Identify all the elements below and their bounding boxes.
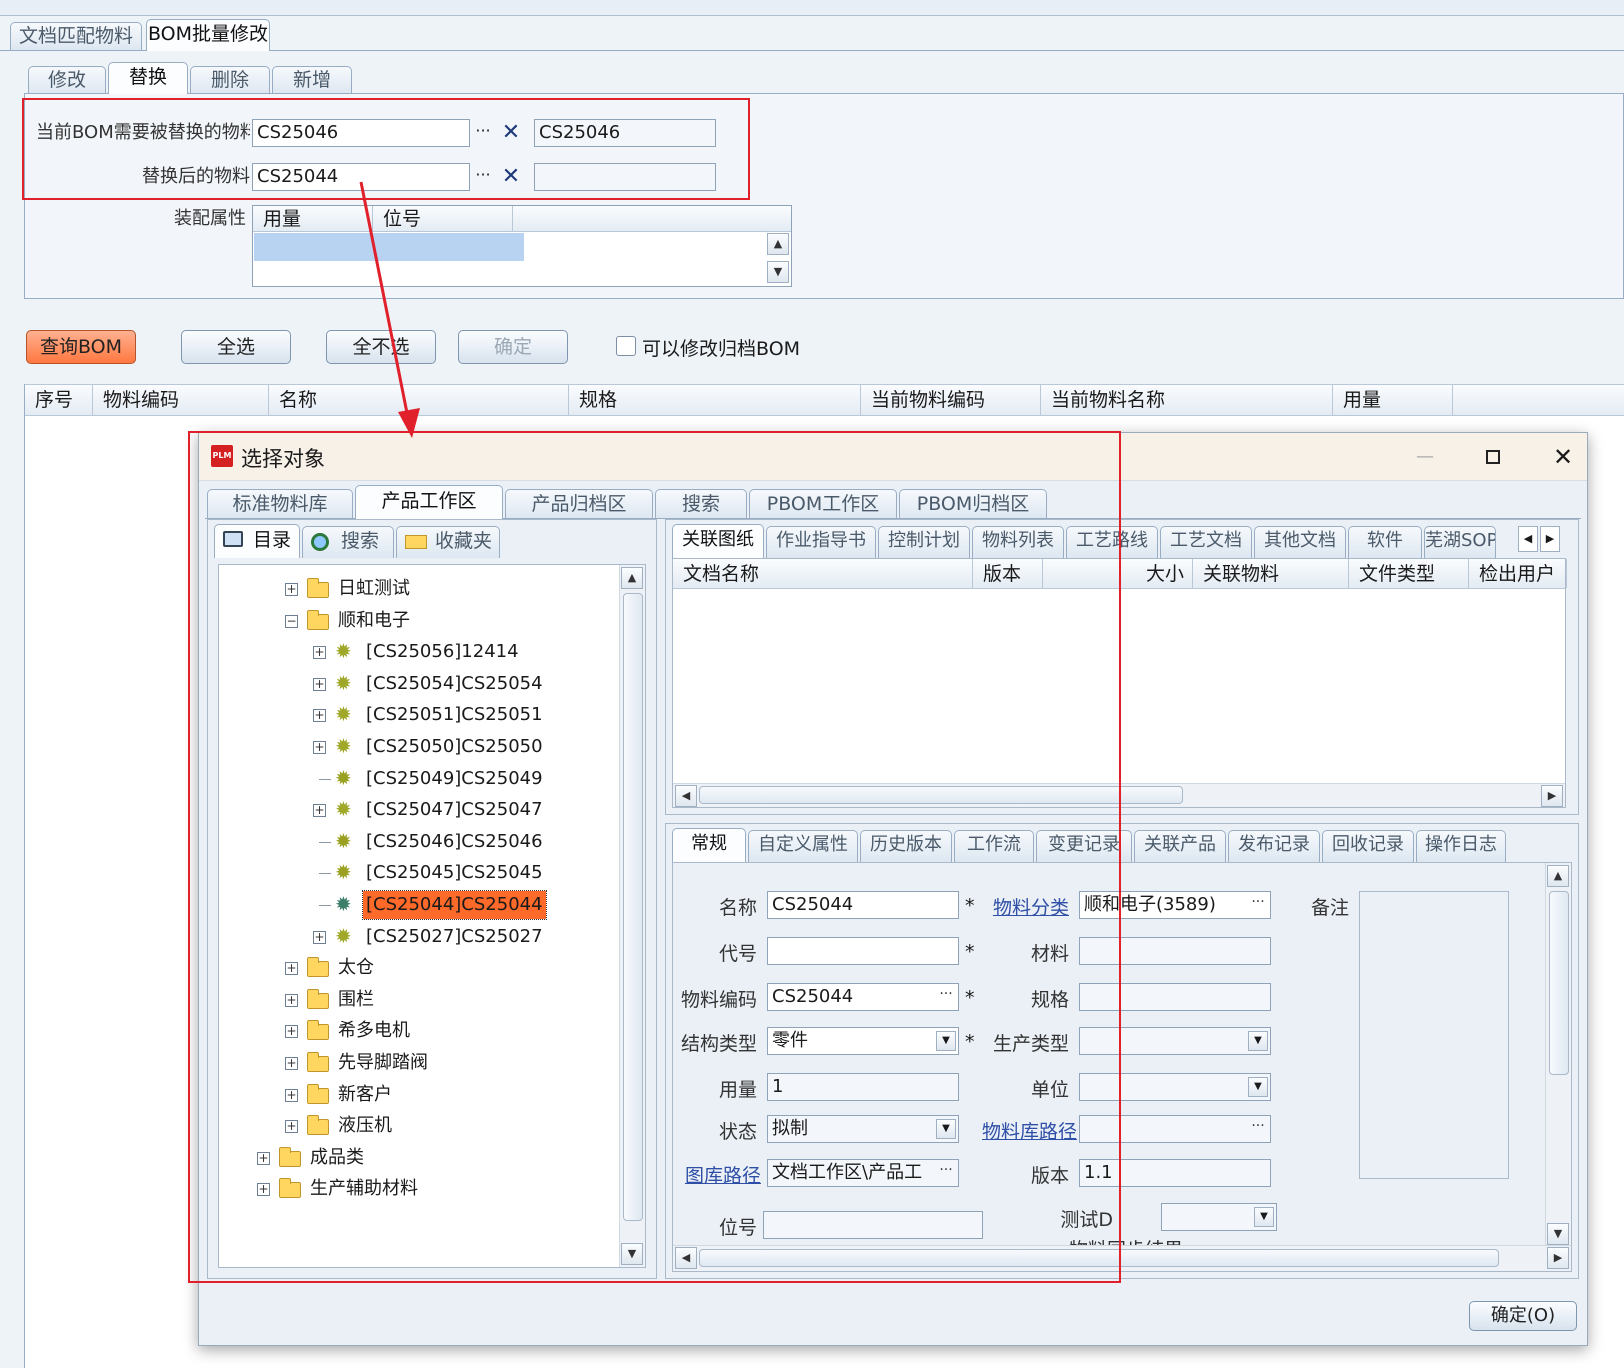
computer-icon [223,531,243,547]
tab-replace[interactable]: 替换 [108,62,188,94]
annotation-arrow [359,181,420,438]
detail-tab[interactable]: 常规 [672,828,746,862]
left-tab-catalog[interactable]: 目录 [214,524,300,558]
dlg-tab-product-work[interactable]: 产品工作区 [355,485,503,519]
left-tab-catalog-label: 目录 [253,529,292,551]
doc-tab[interactable]: 关联图纸 [672,524,764,558]
tab-bom-batch[interactable]: BOM批量修改 [146,19,270,51]
